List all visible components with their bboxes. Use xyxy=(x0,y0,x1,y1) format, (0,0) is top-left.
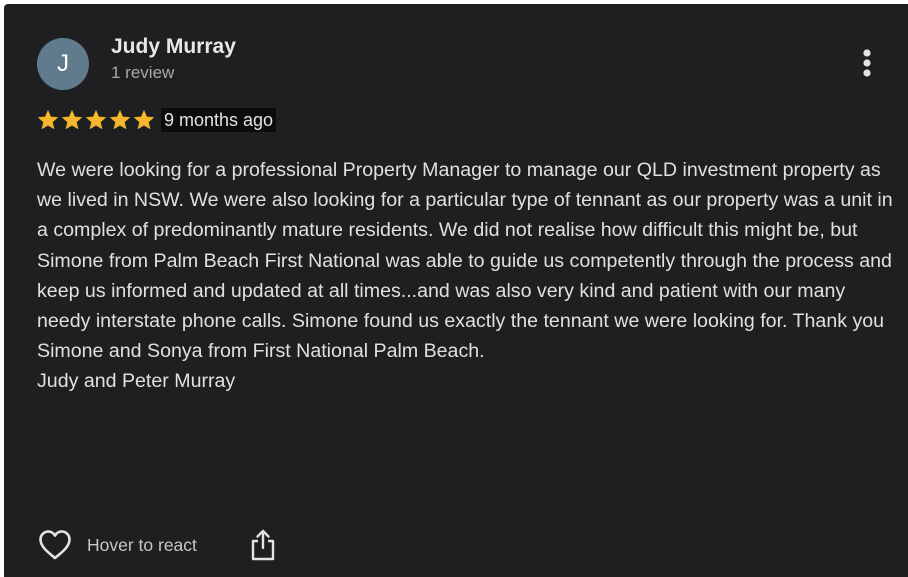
star-rating xyxy=(36,108,156,132)
heart-outline-icon[interactable] xyxy=(37,527,73,563)
share-icon[interactable] xyxy=(249,528,277,562)
star-icon xyxy=(85,109,107,130)
more-vertical-icon xyxy=(863,49,871,77)
review-date: 9 months ago xyxy=(161,108,277,132)
review-card: J Judy Murray 1 review 9 months ago We w… xyxy=(4,4,908,577)
star-icon xyxy=(61,109,83,130)
react-label[interactable]: Hover to react xyxy=(87,535,197,556)
star-icon xyxy=(37,109,59,130)
star-icon xyxy=(109,109,131,130)
author-review-count[interactable]: 1 review xyxy=(111,63,174,83)
rating-row: 9 months ago xyxy=(36,107,277,133)
author-name[interactable]: Judy Murray xyxy=(111,35,236,59)
avatar[interactable]: J xyxy=(37,38,89,90)
more-options-button[interactable] xyxy=(850,40,884,84)
review-text: We were looking for a professional Prope… xyxy=(37,159,893,393)
star-icon xyxy=(133,109,155,130)
review-actions: Hover to react xyxy=(37,527,277,563)
